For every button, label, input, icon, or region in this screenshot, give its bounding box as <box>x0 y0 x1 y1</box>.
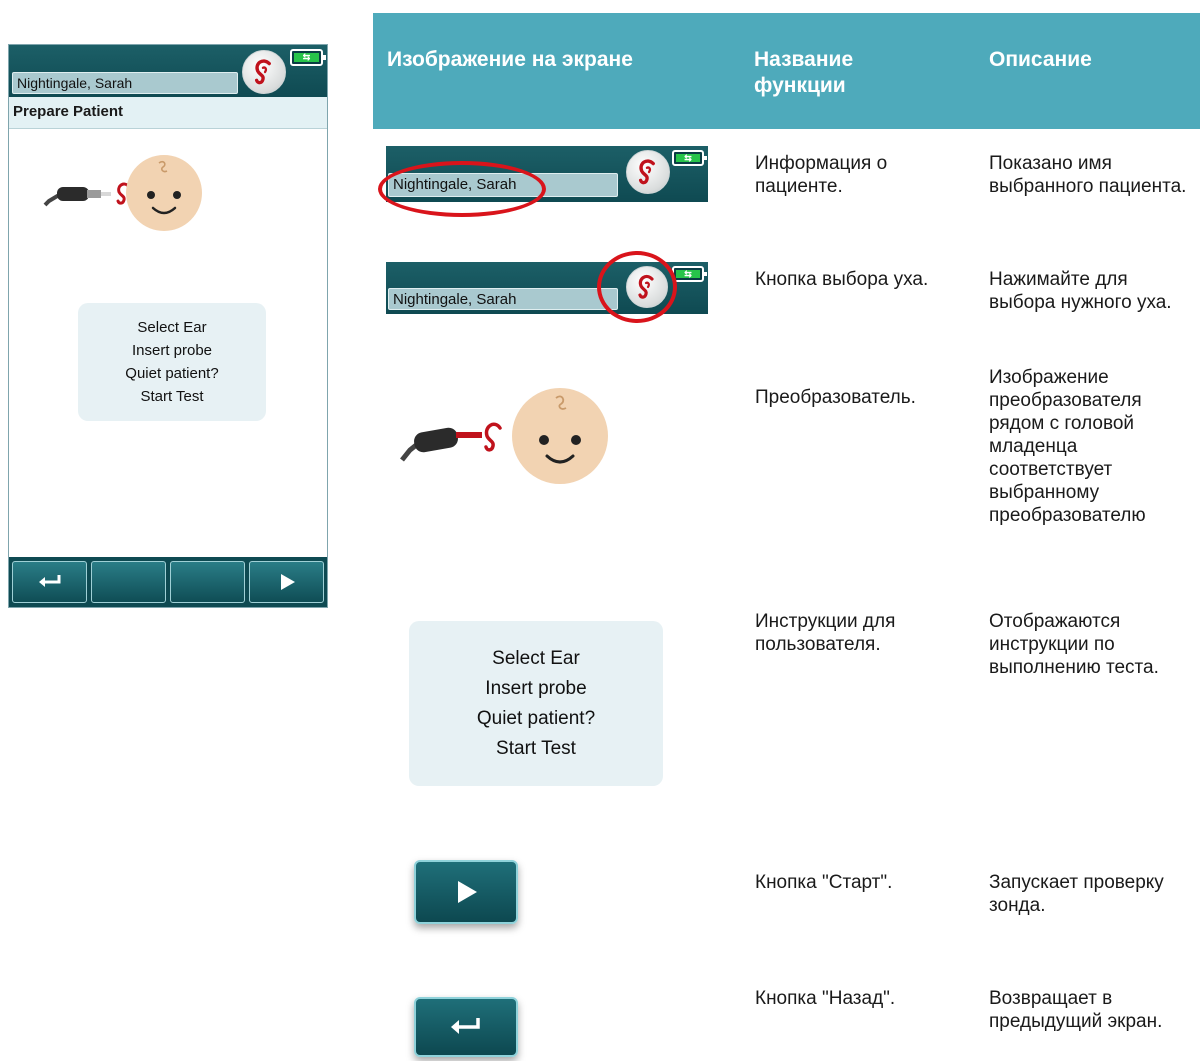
ear-select-button[interactable] <box>242 50 286 94</box>
ear-icon <box>638 159 655 185</box>
back-button[interactable] <box>12 561 87 603</box>
empty-button[interactable] <box>170 561 245 603</box>
row4-function: Инструкции для пользователя. <box>755 611 896 655</box>
screen-title: Prepare Patient <box>9 97 327 129</box>
return-arrow-icon <box>38 575 60 587</box>
battery-icon: ⇆ <box>672 150 707 166</box>
instructions-snippet: Select Ear Insert probe Quiet patient? S… <box>409 621 663 786</box>
row2-function: Кнопка выбора уха. <box>755 269 929 290</box>
start-button-snippet <box>414 860 518 924</box>
ear-icon <box>254 59 271 85</box>
ear-icon <box>484 422 502 452</box>
patient-name-field: Nightingale, Sarah <box>388 288 618 310</box>
probe-icon <box>43 187 111 207</box>
header-function: Название функции <box>754 48 854 97</box>
row2-description: Нажимайте для выбора нужного уха. <box>989 269 1172 313</box>
baby-head-icon <box>126 155 202 231</box>
row5-description: Запускает проверку зонда. <box>989 872 1164 916</box>
baby-head-icon <box>512 388 608 484</box>
battery-icon: ⇆ <box>672 266 707 282</box>
return-arrow-icon <box>451 1018 480 1034</box>
instructions-box: Select Ear Insert probe Quiet patient? S… <box>78 303 266 421</box>
instruction-line: Quiet patient? <box>476 707 596 729</box>
start-button[interactable] <box>249 561 324 603</box>
row1-function: Информация о пациенте. <box>755 153 888 197</box>
header-image: Изображение на экране <box>387 48 633 71</box>
row1-description: Показано имя выбранного пациента. <box>989 153 1187 197</box>
row3-description: Изображение преобразователя рядом с голо… <box>989 367 1146 526</box>
play-icon <box>280 574 295 590</box>
highlight-ellipse <box>597 251 677 323</box>
probe-icon <box>400 427 482 462</box>
row6-description: Возвращает в предыдущий экран. <box>989 988 1163 1032</box>
instruction-line: Select Ear <box>492 647 580 669</box>
back-button-snippet <box>414 997 518 1057</box>
instruction-line: Select Ear <box>137 319 207 336</box>
instruction-line: Quiet patient? <box>125 365 219 382</box>
battery-icon: ⇆ <box>290 49 326 66</box>
device-header: Nightingale, Sarah ⇆ <box>9 45 327 97</box>
row6-function: Кнопка "Назад". <box>755 988 896 1009</box>
instruction-line: Start Test <box>496 737 576 759</box>
table-header: Изображение на экране Название функции О… <box>373 13 1200 129</box>
ear-select-button <box>626 150 670 194</box>
instruction-line: Start Test <box>140 388 204 405</box>
device-footer <box>9 557 327 607</box>
row5-function: Кнопка "Старт". <box>755 872 893 893</box>
instruction-line: Insert probe <box>485 677 587 699</box>
transducer-illustration <box>43 155 202 231</box>
empty-button[interactable] <box>91 561 166 603</box>
row4-description: Отображаются инструкции по выполнению те… <box>989 611 1159 678</box>
highlight-ellipse <box>378 161 546 217</box>
header-description: Описание <box>989 48 1092 71</box>
patient-name-field[interactable]: Nightingale, Sarah <box>12 72 238 94</box>
row3-function: Преобразователь. <box>755 387 916 408</box>
transducer-snippet <box>400 388 608 484</box>
play-icon <box>458 881 477 903</box>
instruction-line: Insert probe <box>131 342 213 359</box>
device-screen: Nightingale, Sarah ⇆ Prepare Patient Sel… <box>8 44 328 608</box>
